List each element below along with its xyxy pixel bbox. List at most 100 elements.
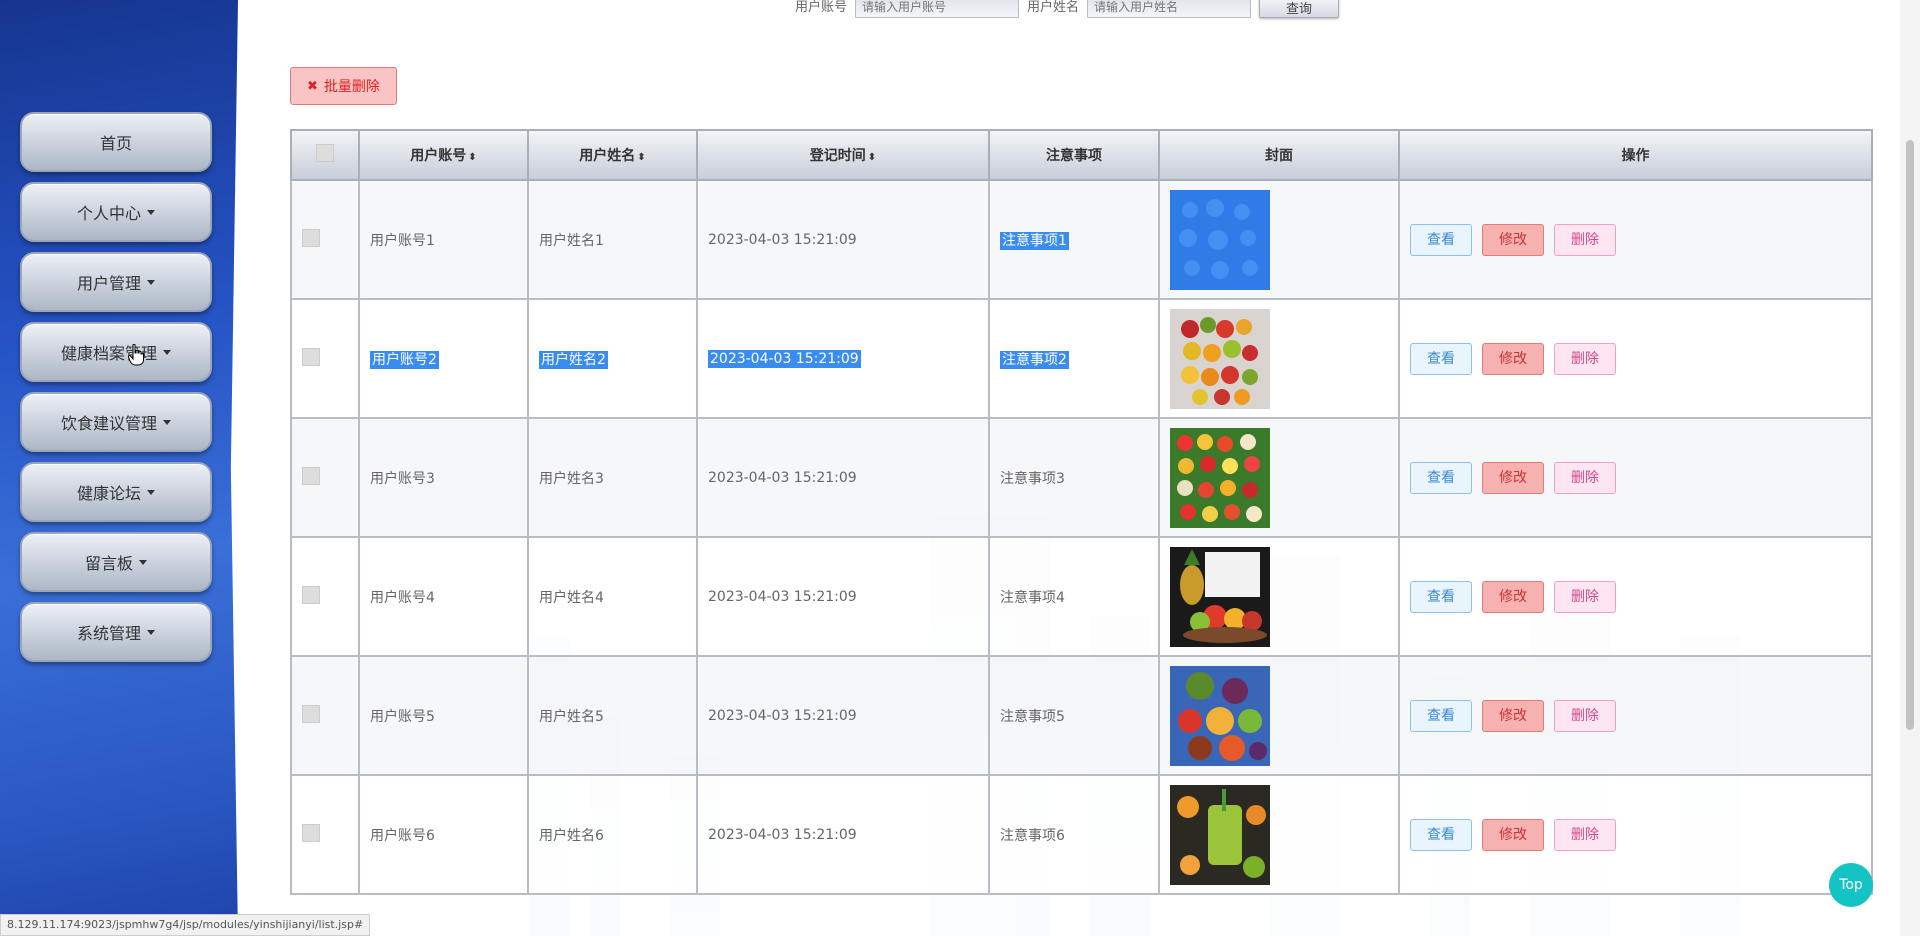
- delete-button[interactable]: 删除: [1554, 699, 1616, 732]
- cover-image[interactable]: [1170, 546, 1270, 647]
- delete-button[interactable]: 删除: [1554, 342, 1616, 375]
- name-search-input[interactable]: [1087, 0, 1252, 18]
- cover-image[interactable]: [1170, 308, 1270, 409]
- sidebar-item-label: 用户管理: [76, 274, 141, 293]
- header-name[interactable]: 用户姓名 ⬍: [527, 129, 698, 181]
- search-button[interactable]: 查询: [1259, 0, 1340, 18]
- header-time[interactable]: 登记时间 ⬍: [696, 129, 990, 181]
- row-checkbox-cell: [290, 536, 360, 657]
- caret-down-icon: [147, 209, 155, 215]
- view-button[interactable]: 查看: [1410, 580, 1472, 613]
- row-checkbox[interactable]: [302, 585, 320, 604]
- batch-delete-button[interactable]: ✖ 批量删除: [290, 67, 397, 105]
- search-bar: 用户账号 用户姓名 查询: [795, 0, 1340, 18]
- notes-cell: 注意事项5: [988, 655, 1160, 776]
- delete-button[interactable]: 删除: [1554, 580, 1616, 613]
- view-button[interactable]: 查看: [1410, 818, 1472, 851]
- cover-image[interactable]: [1170, 189, 1270, 290]
- header-name-label: 用户姓名: [579, 148, 636, 164]
- account-text: 用户账号2: [370, 350, 439, 369]
- caret-down-icon: [139, 559, 147, 565]
- header-cover: 封面: [1158, 129, 1400, 181]
- cover-image[interactable]: [1170, 427, 1270, 528]
- select-all-checkbox[interactable]: [316, 144, 334, 162]
- edit-button[interactable]: 修改: [1482, 580, 1544, 613]
- notes-cell: 注意事项1: [988, 179, 1160, 300]
- name-cell: 用户姓名6: [527, 774, 698, 895]
- account-cell: 用户账号3: [358, 417, 529, 538]
- row-checkbox[interactable]: [302, 823, 320, 842]
- delete-button[interactable]: 删除: [1554, 818, 1616, 851]
- row-checkbox-cell: [290, 179, 360, 300]
- notes-cell: 注意事项4: [988, 536, 1160, 657]
- edit-button[interactable]: 修改: [1482, 818, 1544, 851]
- row-checkbox[interactable]: [302, 228, 320, 247]
- notes-text: 注意事项1: [1000, 231, 1069, 250]
- cover-image[interactable]: [1170, 784, 1270, 885]
- sort-icon: ⬍: [867, 152, 877, 163]
- name-cell: 用户姓名2: [527, 298, 698, 419]
- notes-cell: 注意事项3: [988, 417, 1160, 538]
- delete-button[interactable]: 删除: [1554, 461, 1616, 494]
- notes-text: 注意事项2: [1000, 350, 1069, 369]
- actions-cell: 查看 修改 删除: [1398, 417, 1873, 538]
- sidebar-item-home[interactable]: 首页: [20, 112, 212, 172]
- view-button[interactable]: 查看: [1410, 223, 1472, 256]
- header-actions: 操作: [1398, 129, 1873, 181]
- cover-cell: [1158, 417, 1400, 538]
- edit-button[interactable]: 修改: [1482, 461, 1544, 494]
- sidebar-item-diet-advice[interactable]: 饮食建议管理: [20, 392, 212, 452]
- sidebar-item-label: 个人中心: [76, 204, 141, 223]
- account-cell: 用户账号6: [358, 774, 529, 895]
- sidebar-item-health-records[interactable]: 健康档案管理: [20, 322, 212, 382]
- table-row: 用户账号2 用户姓名2 2023-04-03 15:21:09 注意事项2 查看…: [290, 298, 1873, 419]
- cover-cell: [1158, 536, 1400, 657]
- row-checkbox[interactable]: [302, 704, 320, 723]
- name-cell: 用户姓名1: [527, 179, 698, 300]
- sidebar-item-health-forum[interactable]: 健康论坛: [20, 462, 212, 522]
- row-checkbox[interactable]: [302, 347, 320, 366]
- account-search-input[interactable]: [855, 0, 1020, 18]
- header-account[interactable]: 用户账号 ⬍: [358, 129, 529, 181]
- actions-cell: 查看 修改 删除: [1398, 536, 1873, 657]
- status-url: 8.129.11.174:9023/jspmhw7g4/jsp/modules/…: [0, 914, 371, 936]
- sidebar-item-label: 首页: [99, 134, 132, 153]
- sidebar: 首页 个人中心 用户管理 健康档案管理 饮食建议管理 健康论坛 留言板 系统管理: [0, 0, 238, 936]
- batch-delete-label: 批量删除: [323, 79, 380, 95]
- sidebar-item-system-management[interactable]: 系统管理: [20, 602, 212, 662]
- cover-cell: [1158, 298, 1400, 419]
- account-cell: 用户账号4: [358, 536, 529, 657]
- time-cell: 2023-04-03 15:21:09: [696, 655, 990, 776]
- account-cell: 用户账号2: [358, 298, 529, 419]
- sidebar-item-personal-center[interactable]: 个人中心: [20, 182, 212, 242]
- row-checkbox-cell: [290, 417, 360, 538]
- edit-button[interactable]: 修改: [1482, 223, 1544, 256]
- notes-cell: 注意事项6: [988, 774, 1160, 895]
- edit-button[interactable]: 修改: [1482, 699, 1544, 732]
- delete-button[interactable]: 删除: [1554, 223, 1616, 256]
- sidebar-item-user-management[interactable]: 用户管理: [20, 252, 212, 312]
- header-notes: 注意事项: [988, 129, 1160, 181]
- name-cell: 用户姓名4: [527, 536, 698, 657]
- account-label: 用户账号: [795, 0, 848, 15]
- vertical-scrollbar[interactable]: [1900, 0, 1920, 936]
- edit-button[interactable]: 修改: [1482, 342, 1544, 375]
- close-icon: ✖: [307, 78, 318, 94]
- table-row: 用户账号3 用户姓名3 2023-04-03 15:21:09 注意事项3 查看…: [290, 417, 1873, 538]
- select-all-header: [290, 129, 360, 181]
- view-button[interactable]: 查看: [1410, 461, 1472, 494]
- row-checkbox[interactable]: [302, 466, 320, 485]
- sidebar-item-message-board[interactable]: 留言板: [20, 532, 212, 592]
- table-row: 用户账号4 用户姓名4 2023-04-03 15:21:09 注意事项4 查看…: [290, 536, 1873, 657]
- sidebar-item-label: 健康论坛: [76, 484, 141, 503]
- cover-cell: [1158, 655, 1400, 776]
- time-cell: 2023-04-03 15:21:09: [696, 774, 990, 895]
- row-checkbox-cell: [290, 655, 360, 776]
- name-cell: 用户姓名3: [527, 417, 698, 538]
- scrollbar-thumb[interactable]: [1906, 140, 1914, 730]
- cover-image[interactable]: [1170, 665, 1270, 766]
- view-button[interactable]: 查看: [1410, 699, 1472, 732]
- sort-icon: ⬍: [468, 152, 477, 163]
- view-button[interactable]: 查看: [1410, 342, 1472, 375]
- back-to-top-button[interactable]: Top: [1829, 863, 1873, 907]
